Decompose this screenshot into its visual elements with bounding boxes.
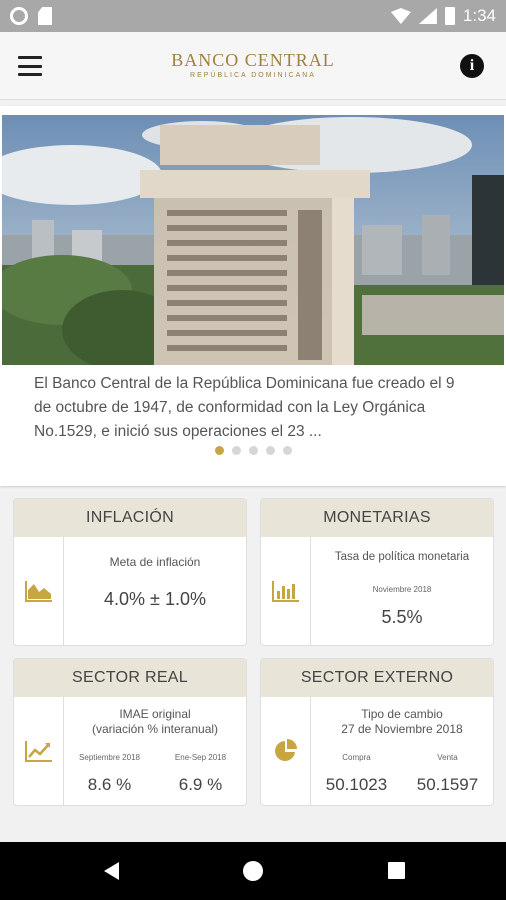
inflation-target-label: Meta de inflación [109,555,201,569]
carousel-dots[interactable] [0,446,506,455]
line-chart-icon [24,741,52,762]
inflation-target-value: 4.0% ± 1.0% [104,589,206,609]
card-monetarias-body: Tasa de política monetaria Noviembre 201… [261,537,493,645]
bar-chart-icon [271,581,299,602]
imae-col1-value: 8.6 % [87,775,132,794]
exchange-rate-label: Tipo de cambio [361,707,443,721]
wifi-icon [390,8,411,24]
policy-rate-value: 5.5% [381,607,423,627]
card-sector-externo[interactable]: SECTOR EXTERNO Tipo de cambio 27 de Novi… [260,658,494,806]
carousel-dot-2[interactable] [231,446,241,455]
exchange-sell-value: 50.1597 [416,775,479,794]
hero-image [2,115,504,365]
area-chart-icon [24,581,52,602]
imae-col1-label: Septiembre 2018 [79,753,140,762]
carousel-dot-1[interactable] [214,446,224,455]
status-time: 1:34 [462,6,496,25]
carousel-dot-3[interactable] [248,446,258,455]
card-sector-externo-title: SECTOR EXTERNO [261,659,493,697]
imae-sublabel: (variación % interanual) [91,722,219,736]
pie-chart-icon [274,739,297,761]
imae-label: IMAE original [119,707,191,721]
card-inflacion-body: Meta de inflación 4.0% ± 1.0% [14,537,246,645]
card-sector-real-content: IMAE original (variación % interanual) S… [64,697,246,805]
exchange-buy-label: Compra [342,753,371,762]
brand-subtitle: REPÚBLICA DOMINICANA [190,72,316,79]
card-inflacion-title: INFLACIÓN [14,499,246,537]
card-inflacion[interactable]: INFLACIÓN Meta de inflación 4.0% ± 1.0% [13,498,247,646]
imae-col2-value: 6.9 % [178,775,223,794]
battery-icon [444,7,455,25]
card-inflacion-content: Meta de inflación 4.0% ± 1.0% [64,537,246,645]
exchange-rate-date: 27 de Noviembre 2018 [341,722,463,736]
policy-rate-period: Noviembre 2018 [372,585,432,594]
signal-icon [418,8,437,24]
brand-title: BANCO CENTRAL [171,50,335,70]
card-monetarias-title: MONETARIAS [261,499,493,537]
info-icon[interactable]: i [460,54,484,78]
recent-apps-icon[interactable] [388,862,405,879]
carousel-dot-4[interactable] [265,446,275,455]
exchange-buy-value: 50.1023 [325,775,388,794]
building-illustration [2,115,504,365]
status-bar: 1:34 [0,0,506,32]
sd-card-icon [38,7,52,25]
card-sector-real[interactable]: SECTOR REAL IMAE original (variación % i… [13,658,247,806]
card-sector-externo-icon-cell [261,697,311,805]
card-monetarias[interactable]: MONETARIAS Tasa de política monetaria No… [260,498,494,646]
system-nav-bar [0,842,506,900]
back-icon[interactable] [104,862,119,880]
card-sector-externo-content: Tipo de cambio 27 de Noviembre 2018 Comp… [311,697,493,805]
imae-col2-label: Ene-Sep 2018 [174,753,227,762]
status-left [10,7,52,25]
card-monetarias-content: Tasa de política monetaria Noviembre 201… [311,537,493,645]
card-sector-real-icon-cell [14,697,64,805]
card-sector-externo-body: Tipo de cambio 27 de Noviembre 2018 Comp… [261,697,493,805]
exchange-sell-label: Venta [437,753,458,762]
app-bar: BANCO CENTRAL REPÚBLICA DOMINICANA i [0,32,506,100]
card-sector-real-body: IMAE original (variación % interanual) S… [14,697,246,805]
card-sector-real-title: SECTOR REAL [14,659,246,697]
hero-card[interactable]: El Banco Central de la República Dominic… [0,106,506,486]
card-inflacion-icon-cell [14,537,64,645]
policy-rate-label: Tasa de política monetaria [334,551,470,563]
sync-icon [10,7,28,25]
status-right: 1:34 [390,6,496,26]
home-icon[interactable] [243,861,263,881]
card-monetarias-icon-cell [261,537,311,645]
brand-logo: BANCO CENTRAL REPÚBLICA DOMINICANA [0,50,506,79]
hero-description: El Banco Central de la República Dominic… [34,375,455,440]
carousel-dot-5[interactable] [282,446,292,455]
